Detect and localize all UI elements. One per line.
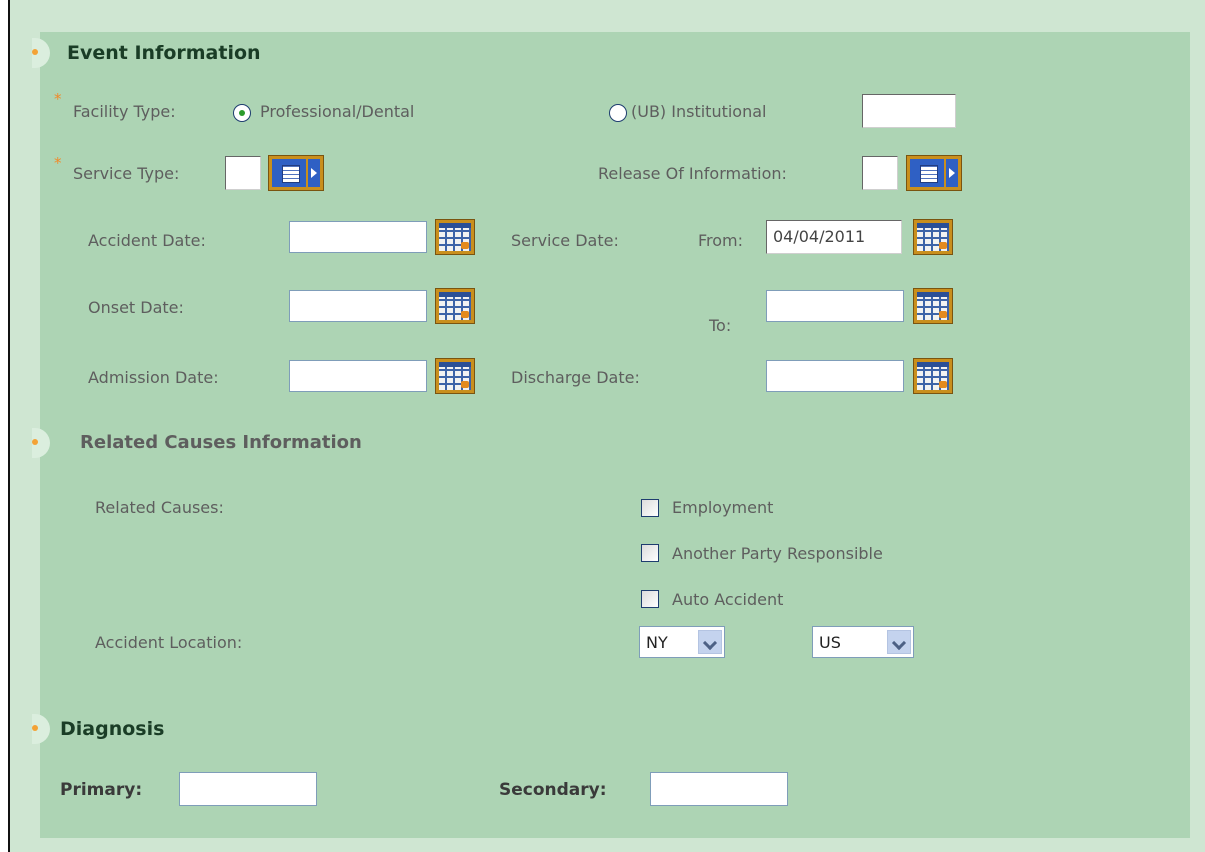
related-causes-heading: Related Causes Information — [80, 432, 362, 453]
required-marker: * — [54, 154, 62, 172]
calendar-icon — [439, 292, 471, 320]
primary-diagnosis-label: Primary: — [60, 780, 143, 800]
facility-professional-label[interactable]: Professional/Dental — [260, 102, 414, 121]
lookup-list-icon — [920, 165, 938, 183]
another-party-label[interactable]: Another Party Responsible — [672, 544, 883, 563]
accident-state-select[interactable]: NY — [639, 626, 725, 658]
admission-date-label: Admission Date: — [88, 368, 219, 387]
event-information-heading: Event Information — [67, 42, 261, 64]
facility-type-label: Facility Type: — [73, 102, 176, 121]
release-of-information-lookup-button[interactable] — [906, 155, 962, 191]
section-bullet-icon — [32, 428, 50, 458]
section-bullet-icon — [32, 714, 50, 744]
onset-date-input[interactable] — [289, 290, 427, 322]
facility-professional-radio[interactable] — [233, 104, 251, 122]
release-of-information-input[interactable] — [862, 156, 898, 190]
admission-date-calendar-button[interactable] — [435, 358, 475, 394]
calendar-icon — [439, 223, 471, 251]
window-frame: Event Information * Facility Type: Profe… — [8, 0, 1205, 852]
diagnosis-heading: Diagnosis — [60, 718, 165, 740]
related-causes-label: Related Causes: — [95, 498, 224, 517]
accident-date-calendar-button[interactable] — [435, 219, 475, 255]
calendar-icon — [917, 362, 949, 390]
release-of-information-label: Release Of Information: — [598, 164, 787, 183]
accident-state-value: NY — [646, 633, 668, 652]
calendar-icon — [439, 362, 471, 390]
chevron-down-icon[interactable] — [887, 630, 911, 654]
another-party-checkbox[interactable] — [641, 544, 659, 562]
chevron-down-icon[interactable] — [698, 630, 722, 654]
auto-accident-label[interactable]: Auto Accident — [672, 590, 783, 609]
auto-accident-checkbox[interactable] — [641, 590, 659, 608]
facility-institutional-radio[interactable] — [609, 104, 627, 122]
onset-date-calendar-button[interactable] — [435, 288, 475, 324]
secondary-diagnosis-label: Secondary: — [499, 780, 607, 800]
discharge-date-input[interactable] — [766, 360, 904, 392]
service-date-from-input[interactable]: 04/04/2011 — [766, 220, 902, 254]
service-date-to-calendar-button[interactable] — [913, 288, 953, 324]
service-type-label: Service Type: — [73, 164, 180, 183]
admission-date-input[interactable] — [289, 360, 427, 392]
accident-location-label: Accident Location: — [95, 633, 243, 652]
service-date-from-calendar-button[interactable] — [913, 219, 953, 255]
service-date-from-label: From: — [698, 231, 744, 250]
employment-label[interactable]: Employment — [672, 498, 773, 517]
discharge-date-calendar-button[interactable] — [913, 358, 953, 394]
primary-diagnosis-input[interactable] — [179, 772, 317, 806]
service-type-input[interactable] — [225, 156, 261, 190]
facility-institutional-label[interactable]: (UB) Institutional — [631, 102, 766, 121]
calendar-icon — [917, 223, 949, 251]
calendar-icon — [917, 292, 949, 320]
accident-date-input[interactable] — [289, 221, 427, 253]
section-bullet-icon — [32, 38, 50, 68]
accident-date-label: Accident Date: — [88, 231, 206, 250]
onset-date-label: Onset Date: — [88, 298, 184, 317]
event-form-panel: Event Information * Facility Type: Profe… — [32, 32, 1190, 838]
secondary-diagnosis-input[interactable] — [650, 772, 788, 806]
accident-country-value: US — [819, 633, 841, 652]
required-marker: * — [54, 90, 62, 108]
service-date-to-label: To: — [709, 316, 732, 335]
service-type-lookup-button[interactable] — [268, 155, 324, 191]
employment-checkbox[interactable] — [641, 499, 659, 517]
service-date-to-input[interactable] — [766, 290, 904, 322]
lookup-list-icon — [282, 165, 300, 183]
accident-country-select[interactable]: US — [812, 626, 914, 658]
service-date-label: Service Date: — [511, 231, 619, 250]
facility-extra-input[interactable] — [862, 94, 956, 128]
discharge-date-label: Discharge Date: — [511, 368, 640, 387]
